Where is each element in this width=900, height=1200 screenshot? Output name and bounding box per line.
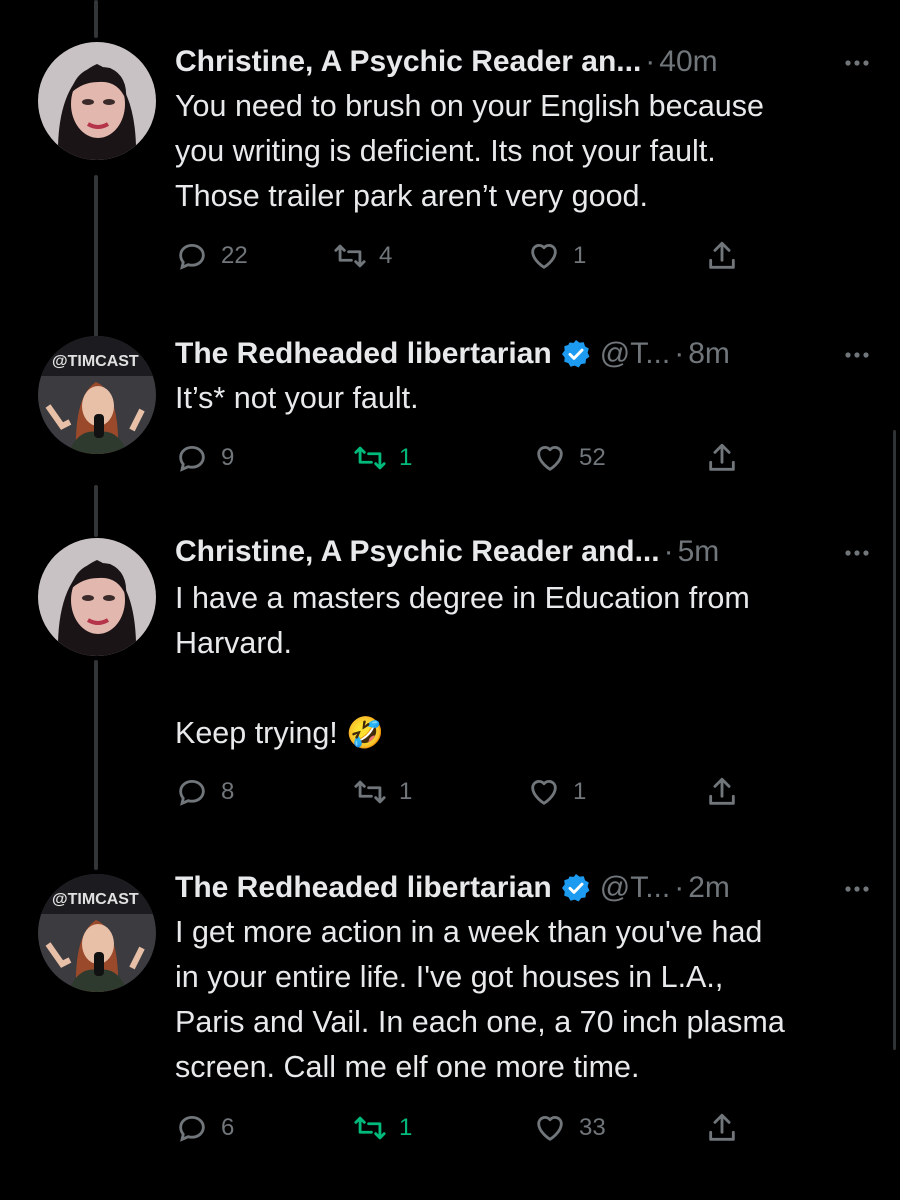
verified-badge-icon [560,338,592,370]
retweet-icon [354,446,386,470]
retweet-icon [354,1116,386,1140]
retweet-count: 4 [379,242,393,269]
reply-button[interactable]: 6 [175,1108,234,1148]
timestamp[interactable]: 2m [688,871,730,905]
reply-button[interactable]: 9 [175,438,234,478]
share-icon [709,241,735,269]
reply-icon [179,1115,205,1142]
avatar-redheaded[interactable]: @TIMCAST [38,874,156,992]
avatar-redheaded[interactable]: @TIMCAST [38,336,156,454]
avatar-christine[interactable] [38,538,156,656]
reply-button[interactable]: 8 [175,772,234,812]
tweet[interactable]: Christine, A Psychic Reader and... · 5m … [0,530,900,830]
author-name[interactable]: Christine, A Psychic Reader and... [175,535,660,569]
more-options-icon[interactable] [844,342,870,376]
like-count: 1 [573,242,587,269]
retweet-icon [334,244,366,268]
like-button[interactable]: 33 [533,1108,606,1148]
share-button[interactable] [705,772,751,812]
author-name[interactable]: The Redheaded libertarian [175,337,552,371]
like-count: 52 [579,444,606,471]
share-icon [709,777,735,805]
reply-icon [179,779,205,806]
author-name[interactable]: Christine, A Psychic Reader an... [175,45,641,79]
heart-icon [531,244,557,269]
share-icon [709,1113,735,1141]
like-button[interactable]: 1 [527,236,586,276]
podcast-host-avatar-icon: @TIMCAST [38,874,156,992]
reply-count: 6 [221,1114,235,1141]
reply-count: 9 [221,444,235,471]
woman-portrait-avatar-icon [38,42,156,160]
timcast-logo-text: @TIMCAST [52,891,139,908]
verified-badge-icon [560,872,592,904]
tweet-text: You need to brush on your English becaus… [175,89,764,213]
more-options-icon[interactable] [844,540,870,574]
tweet-actions: 9 1 52 [175,438,755,478]
heart-icon [531,780,557,805]
timcast-logo-text: @TIMCAST [52,353,139,370]
like-count: 1 [573,778,587,805]
timestamp[interactable]: 40m [659,45,717,79]
retweet-icon [354,780,386,804]
author-handle[interactable]: @T... [600,337,670,371]
separator-dot: · [645,45,656,78]
tweet[interactable]: Christine, A Psychic Reader an... · 40m … [0,0,900,300]
tweet-text: I have a masters degree in Education fro… [175,581,750,750]
timestamp[interactable]: 5m [678,535,720,569]
reply-count: 8 [221,778,235,805]
tweet[interactable]: @TIMCAST The Redheaded libertarian @T...… [0,866,900,1200]
separator-dot: · [663,535,674,568]
reply-icon [179,445,205,472]
heart-icon [537,1116,563,1141]
avatar-christine[interactable] [38,42,156,160]
tweet-actions: 22 4 1 [175,236,755,276]
timestamp[interactable]: 8m [688,337,730,371]
podcast-host-avatar-icon: @TIMCAST [38,336,156,454]
author-name[interactable]: The Redheaded libertarian [175,871,552,905]
more-options-icon[interactable] [844,876,870,910]
retweet-button[interactable]: 1 [353,772,412,812]
separator-dot: · [674,871,685,904]
like-button[interactable]: 1 [527,772,586,812]
retweet-button[interactable]: 4 [333,236,392,276]
retweet-count: 1 [399,444,413,471]
heart-icon [537,446,563,471]
retweet-button[interactable]: 1 [353,438,412,478]
woman-portrait-avatar-icon [38,538,156,656]
tweet[interactable]: @TIMCAST The Redheaded libertarian @T...… [0,330,900,510]
reply-icon [179,243,205,270]
share-button[interactable] [705,1108,751,1148]
like-button[interactable]: 52 [533,438,606,478]
reply-count: 22 [221,242,248,269]
tweet-text: I get more action in a week than you've … [175,915,785,1084]
author-handle[interactable]: @T... [600,871,670,905]
retweet-count: 1 [399,778,413,805]
tweet-actions: 8 1 1 [175,772,755,812]
more-options-icon[interactable] [844,50,870,84]
reply-button[interactable]: 22 [175,236,248,276]
separator-dot: · [674,337,685,370]
tweet-text: It’s* not your fault. [175,381,419,415]
retweet-count: 1 [399,1114,413,1141]
share-icon [709,443,735,471]
share-button[interactable] [705,236,751,276]
share-button[interactable] [705,438,751,478]
tweet-actions: 6 1 33 [175,1108,755,1148]
like-count: 33 [579,1114,606,1141]
retweet-button[interactable]: 1 [353,1108,412,1148]
